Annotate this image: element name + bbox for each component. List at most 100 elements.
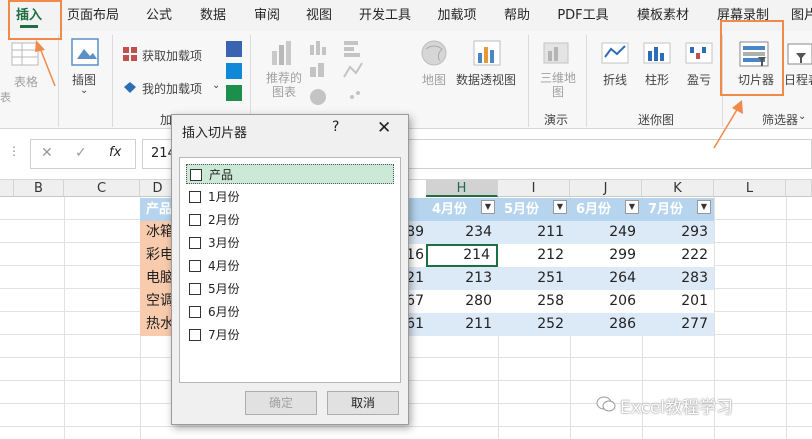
- expand-icon[interactable]: ⌄: [798, 111, 806, 122]
- table-cell[interactable]: 277: [642, 313, 714, 336]
- table-cell[interactable]: 249: [570, 221, 642, 244]
- timeline-label[interactable]: 日程表: [784, 71, 812, 88]
- table-cell[interactable]: 299: [570, 244, 642, 267]
- dialog-title: 插入切片器: [182, 126, 248, 141]
- filter-dropdown-icon[interactable]: ▼: [697, 200, 711, 214]
- column-header-j[interactable]: J: [570, 180, 642, 197]
- help-icon[interactable]: ?: [332, 119, 339, 135]
- dots-handle-icon[interactable]: ⋮: [8, 144, 20, 158]
- checkbox-icon[interactable]: [189, 260, 201, 272]
- sparkline-line-label[interactable]: 折线: [603, 71, 627, 88]
- column-header-m[interactable]: [786, 180, 812, 197]
- timeline-icon[interactable]: [786, 41, 812, 67]
- tab-developer[interactable]: 开发工具: [350, 0, 420, 31]
- field-checkbox-may[interactable]: 5月份: [186, 279, 394, 299]
- column-header-c[interactable]: C: [64, 180, 140, 197]
- visio-icon[interactable]: [226, 41, 242, 57]
- tab-pictures[interactable]: 图片: [784, 0, 812, 31]
- table-cell[interactable]: 211: [498, 221, 570, 244]
- tab-review[interactable]: 审阅: [244, 0, 290, 31]
- filter-dropdown-icon[interactable]: ▼: [553, 200, 567, 214]
- field-checkbox-product[interactable]: 产品: [186, 164, 394, 184]
- field-checkbox-mar[interactable]: 3月份: [186, 233, 394, 253]
- maps-icon[interactable]: [420, 39, 448, 67]
- checkbox-icon[interactable]: [189, 283, 201, 295]
- table-cell[interactable]: 252: [498, 313, 570, 336]
- column-header-b[interactable]: B: [14, 180, 64, 197]
- sparkline-winloss-label[interactable]: 盈亏: [687, 71, 711, 88]
- 3d-map-label[interactable]: 三维地 图: [540, 71, 576, 99]
- tab-help[interactable]: 帮助: [494, 0, 540, 31]
- table-cell[interactable]: 212: [498, 244, 570, 267]
- table-cell[interactable]: 258: [498, 290, 570, 313]
- chevron-down-icon[interactable]: ⌄: [212, 80, 220, 91]
- checkbox-icon[interactable]: [189, 306, 201, 318]
- cancel-icon[interactable]: ✕: [41, 145, 53, 161]
- tab-formulas[interactable]: 公式: [134, 0, 184, 31]
- checkbox-icon[interactable]: [189, 329, 201, 341]
- column-header-k[interactable]: K: [642, 180, 714, 197]
- my-addins-button[interactable]: 我的加载项: [142, 80, 202, 97]
- checkbox-icon[interactable]: [190, 169, 202, 181]
- field-checkbox-feb[interactable]: 2月份: [186, 210, 394, 230]
- table-cell[interactable]: 222: [642, 244, 714, 267]
- tab-templates[interactable]: 模板素材: [628, 0, 698, 31]
- tours-group-label: 演示: [543, 113, 568, 127]
- sparkline-column-icon[interactable]: [642, 39, 672, 67]
- table-cell[interactable]: 251: [498, 267, 570, 290]
- chart-types-icon[interactable]: [308, 37, 404, 109]
- field-checkbox-apr[interactable]: 4月份: [186, 256, 394, 276]
- fx-icon[interactable]: fx: [109, 145, 121, 160]
- column-header-h[interactable]: H: [426, 180, 498, 197]
- table-cell[interactable]: 293: [642, 221, 714, 244]
- insert-slicer-dialog: 插入切片器 ? ✕ 产品 1月份 2月份 3月份 4月份 5月份 6月份 7月份…: [171, 114, 409, 425]
- people-graph-icon[interactable]: [226, 85, 242, 101]
- tab-addins[interactable]: 加载项: [428, 0, 486, 31]
- store-icon: [122, 46, 138, 62]
- tab-pdf-tools[interactable]: PDF工具: [548, 0, 618, 31]
- table-cell[interactable]: 280: [426, 290, 498, 313]
- recommended-charts-icon[interactable]: [268, 39, 298, 67]
- table-cell[interactable]: 213: [426, 267, 498, 290]
- pivot-chart-icon[interactable]: [472, 39, 502, 67]
- tab-view[interactable]: 视图: [296, 0, 342, 31]
- sparkline-line-icon[interactable]: [600, 39, 630, 67]
- field-checkbox-jun[interactable]: 6月份: [186, 302, 394, 322]
- cancel-button[interactable]: 取消: [327, 391, 399, 415]
- illustrations-icon[interactable]: [68, 37, 102, 67]
- checkbox-icon[interactable]: [189, 191, 201, 203]
- sparklines-group-label: 迷你图: [637, 113, 674, 127]
- ok-button[interactable]: 确定: [245, 391, 317, 415]
- filter-dropdown-icon[interactable]: ▼: [481, 200, 495, 214]
- field-checkbox-jul[interactable]: 7月份: [186, 325, 394, 345]
- field-checkbox-jan[interactable]: 1月份: [186, 187, 394, 207]
- bing-icon[interactable]: [226, 63, 242, 79]
- table-cell[interactable]: 283: [642, 267, 714, 290]
- sparkline-winloss-icon[interactable]: [684, 39, 714, 67]
- filter-dropdown-icon[interactable]: ▼: [625, 200, 639, 214]
- tab-page-layout[interactable]: 页面布局: [58, 0, 128, 31]
- sparkline-column-label[interactable]: 柱形: [645, 71, 669, 88]
- column-header-i[interactable]: I: [498, 180, 570, 197]
- close-icon[interactable]: ✕: [377, 118, 391, 138]
- table-cell[interactable]: 206: [570, 290, 642, 313]
- table-cell[interactable]: 264: [570, 267, 642, 290]
- column-header-l[interactable]: L: [714, 180, 786, 197]
- checkbox-icon[interactable]: [189, 237, 201, 249]
- enter-icon[interactable]: ✓: [75, 145, 87, 161]
- table-cell[interactable]: 211: [426, 313, 498, 336]
- recommended-charts-label[interactable]: 推荐的 图表: [266, 71, 302, 99]
- active-cell[interactable]: 214: [426, 244, 498, 267]
- arrow-icon: [713, 100, 743, 149]
- get-addins-button[interactable]: 获取加载项: [142, 47, 202, 64]
- chevron-down-icon[interactable]: ⌄: [80, 85, 88, 96]
- table-cell[interactable]: 286: [570, 313, 642, 336]
- table-cell[interactable]: 234: [426, 221, 498, 244]
- select-all-corner[interactable]: [0, 180, 14, 197]
- maps-label[interactable]: 地图: [422, 71, 446, 88]
- checkbox-icon[interactable]: [189, 214, 201, 226]
- pivot-chart-label[interactable]: 数据透视图: [456, 71, 516, 88]
- 3d-map-icon[interactable]: [542, 39, 570, 67]
- tab-data[interactable]: 数据: [190, 0, 236, 31]
- table-cell[interactable]: 201: [642, 290, 714, 313]
